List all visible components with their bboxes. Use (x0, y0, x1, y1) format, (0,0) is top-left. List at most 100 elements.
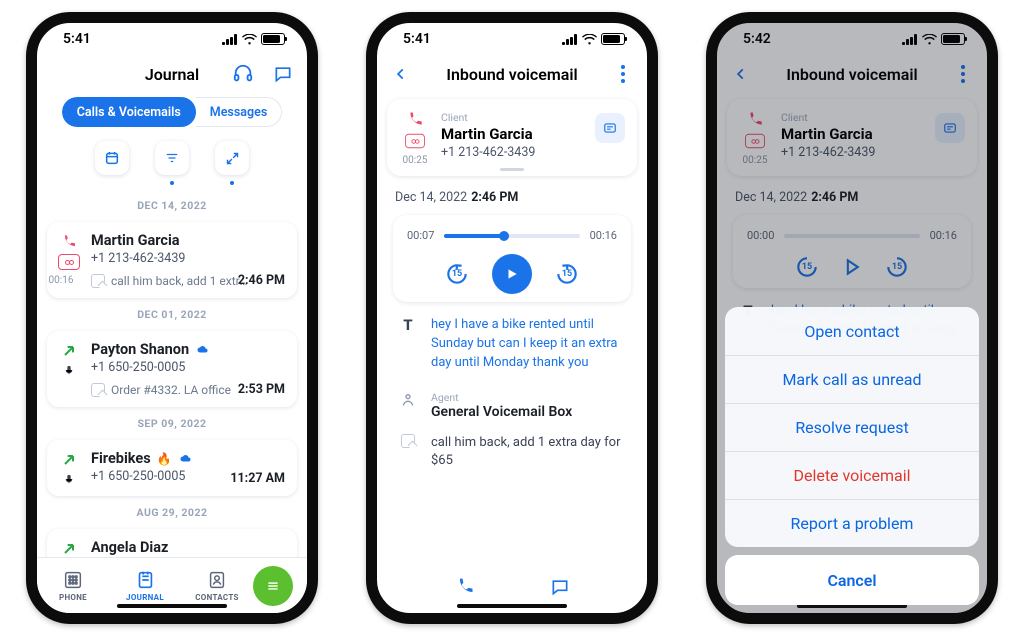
call-note: call him back, add 1 extra d... (111, 274, 251, 288)
vm-timestamp: Dec 14, 20222:46 PM (395, 190, 629, 205)
voicemail-badge-icon (745, 134, 765, 148)
missed-call-icon (59, 234, 79, 250)
client-phone: +1 213-462-3439 (441, 145, 535, 160)
date-separator: SEP 09, 2022 (47, 417, 297, 430)
more-menu-button[interactable] (609, 60, 637, 88)
more-menu-button[interactable] (949, 60, 977, 88)
cell-signal-icon (222, 34, 238, 45)
call-row[interactable]: Payton Shanon +1 650-250-0005 Order #433… (47, 331, 297, 407)
rewind-15-button[interactable]: 15 (444, 261, 470, 287)
wifi-icon (582, 34, 597, 45)
contact-phone: +1 650-250-0005 (91, 360, 285, 375)
play-button (842, 256, 862, 278)
app-header: Journal (37, 55, 307, 93)
open-contact-button[interactable] (595, 113, 625, 143)
tab-label: PHONE (59, 593, 87, 602)
call-row[interactable]: Martin Garcia +1 213-462-3439 call him b… (47, 222, 297, 298)
clock: 5:41 (63, 31, 91, 47)
drag-handle[interactable] (500, 168, 524, 171)
status-bar: 5:42 (717, 23, 987, 55)
call-back-button[interactable] (451, 573, 479, 601)
tab-phone[interactable]: PHONE (37, 569, 109, 602)
battery-icon (941, 33, 965, 45)
call-time: 11:27 AM (230, 471, 285, 486)
agent-name: General Voicemail Box (431, 404, 572, 420)
client-label: Client (441, 111, 535, 124)
player-total: 00:16 (590, 229, 617, 242)
calendar-filter-button[interactable] (95, 141, 129, 175)
forward-15-button: 15 (884, 254, 910, 280)
play-button[interactable] (492, 254, 532, 294)
call-row[interactable]: Firebikes 🔥 +1 650-250-0005 11:27 AM (47, 440, 297, 496)
client-card[interactable]: 00:25 Client Martin Garcia +1 213-462-34… (387, 99, 637, 176)
recording-mic-icon (64, 472, 74, 486)
cloud-badge-icon (178, 453, 193, 465)
voicemail-badge-icon (58, 254, 80, 270)
voicemail-badge-icon (405, 134, 425, 148)
rewind-15-button: 15 (794, 254, 820, 280)
audio-player: 00:07 00:16 15 15 (393, 215, 631, 302)
clock: 5:42 (743, 31, 771, 47)
battery-icon (601, 33, 625, 45)
cloud-badge-icon (195, 344, 210, 356)
contact-name: Payton Shanon (91, 341, 189, 358)
contact-name: Angela Diaz (91, 539, 168, 556)
recording-mic-icon (64, 363, 74, 377)
client-phone: +1 213-462-3439 (781, 145, 875, 160)
client-card: 00:25 Client Martin Garcia +1 213-462-34… (727, 99, 977, 176)
call-list: DEC 14, 2022 Martin Garcia +1 213-462-34… (37, 193, 307, 557)
outbound-call-icon (61, 452, 77, 468)
back-button[interactable] (387, 60, 415, 88)
sheet-open-contact[interactable]: Open contact (725, 307, 979, 355)
open-contact-button (935, 113, 965, 143)
back-button[interactable] (727, 60, 755, 88)
sheet-cancel[interactable]: Cancel (725, 555, 979, 605)
client-name: Martin Garcia (441, 125, 535, 143)
segment-messages[interactable]: Messages (196, 97, 283, 127)
tab-contacts[interactable]: CONTACTS (181, 569, 253, 602)
agent-label: Agent (431, 391, 572, 404)
audio-player: 00:00 00:16 15 15 (733, 215, 971, 288)
status-bar: 5:41 (37, 23, 307, 55)
date-separator: DEC 14, 2022 (47, 199, 297, 212)
vm-duration: 00:25 (403, 155, 428, 166)
call-row[interactable]: Angela Diaz +1 866-888-3960 4:34 PM (47, 529, 297, 557)
transcript-icon: T (397, 316, 419, 373)
sheet-mark-unread[interactable]: Mark call as unread (725, 355, 979, 403)
sheet-report-problem[interactable]: Report a problem (725, 499, 979, 547)
home-indicator[interactable] (457, 604, 567, 608)
voicemail-detail-screen: 5:41 Inbound voicemail (366, 12, 658, 624)
fire-emoji-icon: 🔥 (157, 452, 172, 466)
segment-calls-voicemails[interactable]: Calls & Voicemails (62, 97, 196, 127)
new-action-fab[interactable] (253, 566, 293, 606)
chat-icon[interactable] (269, 60, 297, 88)
tab-label: JOURNAL (126, 593, 164, 602)
date-separator: AUG 29, 2022 (47, 506, 297, 519)
call-note: Order #4332. LA office (111, 383, 231, 397)
sheet-delete-voicemail[interactable]: Delete voicemail (725, 451, 979, 499)
client-label: Client (781, 111, 875, 124)
note-icon (91, 383, 105, 397)
note-icon (91, 274, 105, 288)
progress-track[interactable] (444, 234, 579, 238)
player-total: 00:16 (930, 229, 957, 242)
player-elapsed: 00:07 (407, 229, 434, 242)
agent-icon (397, 391, 419, 409)
call-duration: 00:16 (45, 275, 77, 286)
message-button[interactable] (546, 573, 574, 601)
tab-journal[interactable]: JOURNAL (109, 569, 181, 602)
headset-icon[interactable] (229, 60, 257, 88)
clock: 5:41 (403, 31, 431, 47)
transcript-text[interactable]: hey I have a bike rented until Sunday bu… (431, 316, 627, 373)
forward-15-button[interactable]: 15 (554, 261, 580, 287)
action-sheet: Open contact Mark call as unread Resolve… (725, 307, 979, 605)
sort-filter-button[interactable] (155, 141, 189, 175)
home-indicator[interactable] (117, 604, 227, 608)
expand-button[interactable] (215, 141, 249, 175)
page-title: Inbound voicemail (786, 65, 917, 84)
call-time: 2:53 PM (238, 382, 285, 397)
status-bar: 5:41 (377, 23, 647, 55)
sheet-resolve-request[interactable]: Resolve request (725, 403, 979, 451)
transcript-row: T hey I have a bike rented until Sunday … (393, 314, 631, 375)
note-row[interactable]: call him back, add 1 extra day for $65 (393, 434, 631, 470)
